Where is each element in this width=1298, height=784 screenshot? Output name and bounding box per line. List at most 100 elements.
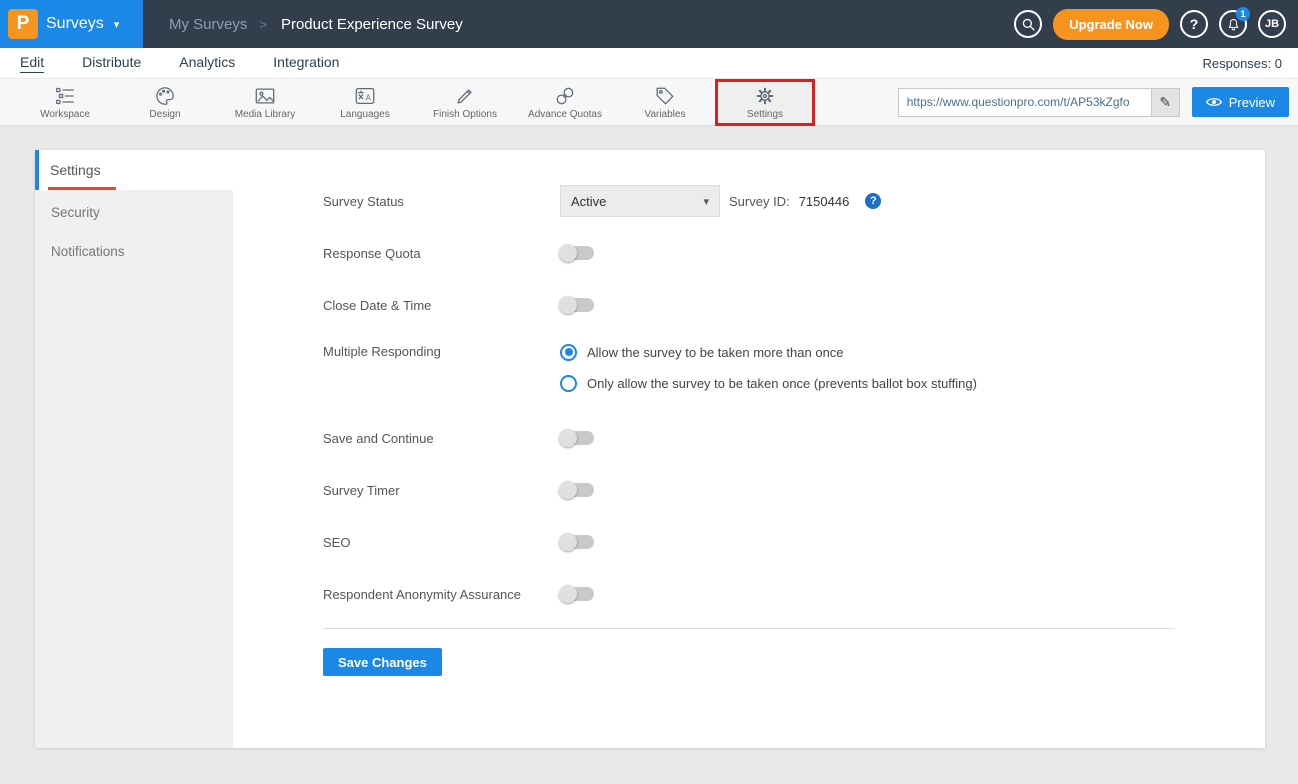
save-and-continue-toggle[interactable] — [560, 431, 594, 445]
survey-status-value: Active — [571, 194, 606, 209]
toolbar-item-label: Variables — [645, 109, 686, 120]
respondent-anonymity-label: Respondent Anonymity Assurance — [323, 587, 560, 602]
radio-option-allow-multiple[interactable]: Allow the survey to be taken more than o… — [560, 341, 977, 363]
finish-options-icon — [454, 85, 476, 107]
sidebar-item-settings[interactable]: Settings — [50, 150, 101, 190]
product-switcher[interactable]: P Surveys ▾ — [0, 0, 143, 48]
topbar-actions: Upgrade Now ? 1 JB — [1014, 9, 1298, 40]
toolbar-item-label: Design — [149, 109, 180, 120]
preview-button[interactable]: Preview — [1192, 87, 1289, 117]
radio-selected-icon[interactable] — [560, 344, 577, 361]
settings-card: Settings Security Notifications Survey S… — [35, 150, 1265, 748]
toolbar-item-design[interactable]: Design — [115, 79, 215, 126]
seo-label: SEO — [323, 535, 560, 550]
variables-icon — [654, 85, 676, 107]
sidebar-item-security[interactable]: Security — [35, 193, 233, 232]
radio-unselected-icon[interactable] — [560, 375, 577, 392]
toolbar-item-finish-options[interactable]: Finish Options — [415, 79, 515, 126]
product-name: Surveys — [46, 15, 104, 33]
advance-quotas-icon — [554, 85, 576, 107]
row-respondent-anonymity: Respondent Anonymity Assurance — [323, 578, 1265, 610]
row-survey-status: Survey Status Active ▾ Survey ID: 715044… — [323, 185, 1265, 217]
questionpro-logo: P — [8, 9, 38, 39]
survey-url-input[interactable] — [899, 89, 1151, 116]
toggle-knob — [559, 429, 577, 447]
toolbar-item-settings[interactable]: Settings — [715, 79, 815, 126]
row-multiple-responding: Multiple Responding Allow the survey to … — [323, 341, 1265, 394]
tab-integration[interactable]: Integration — [273, 54, 339, 72]
sidebar-item-notifications[interactable]: Notifications — [35, 232, 233, 271]
survey-status-select[interactable]: Active ▾ — [560, 185, 720, 217]
toolbar-item-label: Languages — [340, 109, 390, 120]
eye-icon — [1206, 96, 1222, 108]
survey-timer-label: Survey Timer — [323, 483, 560, 498]
toolbar-item-variables[interactable]: Variables — [615, 79, 715, 126]
settings-gear-icon — [754, 85, 776, 107]
breadcrumb: My Surveys > Product Experience Survey — [169, 16, 463, 33]
multiple-responding-label: Multiple Responding — [323, 341, 560, 363]
close-date-time-toggle[interactable] — [560, 298, 594, 312]
survey-id-label: Survey ID: — [729, 194, 790, 209]
row-save-and-continue: Save and Continue — [323, 422, 1265, 454]
edit-url-button[interactable]: ✎ — [1151, 89, 1179, 116]
toolbar-item-workspace[interactable]: Workspace — [15, 79, 115, 126]
save-changes-button[interactable]: Save Changes — [323, 648, 442, 676]
workspace-icon — [54, 85, 76, 107]
tab-analytics[interactable]: Analytics — [179, 54, 235, 72]
toolbar-item-label: Settings — [747, 109, 783, 120]
page-title: Product Experience Survey — [281, 16, 463, 33]
respondent-anonymity-toggle[interactable] — [560, 587, 594, 601]
notifications-button[interactable]: 1 — [1219, 10, 1247, 38]
toolbar-right: ✎ Preview — [898, 87, 1298, 117]
row-close-date-time: Close Date & Time — [323, 289, 1265, 321]
edit-toolbar: Workspace Design Media Library A Languag… — [0, 78, 1298, 126]
survey-id-value: 7150446 — [799, 194, 850, 209]
breadcrumb-separator: > — [259, 17, 267, 32]
chevron-down-icon: ▾ — [703, 195, 709, 208]
toolbar-item-languages[interactable]: A Languages — [315, 79, 415, 126]
toolbar-item-label: Media Library — [235, 109, 296, 120]
active-tab-accent — [35, 150, 39, 190]
toolbar-item-media-library[interactable]: Media Library — [215, 79, 315, 126]
row-survey-timer: Survey Timer — [323, 474, 1265, 506]
help-button[interactable]: ? — [1180, 10, 1208, 38]
toggle-knob — [559, 481, 577, 499]
pencil-icon: ✎ — [1159, 94, 1171, 111]
toolbar-item-advance-quotas[interactable]: Advance Quotas — [515, 79, 615, 126]
search-icon — [1021, 17, 1036, 32]
upgrade-now-button[interactable]: Upgrade Now — [1053, 9, 1169, 40]
row-seo: SEO — [323, 526, 1265, 558]
save-and-continue-label: Save and Continue — [323, 431, 560, 446]
survey-timer-toggle[interactable] — [560, 483, 594, 497]
section-nav: Edit Distribute Analytics Integration Re… — [0, 48, 1298, 78]
settings-sidebar: Security Notifications — [35, 190, 233, 748]
radio-option-label: Only allow the survey to be taken once (… — [587, 376, 977, 391]
breadcrumb-my-surveys[interactable]: My Surveys — [169, 16, 247, 33]
toggle-knob — [559, 296, 577, 314]
response-quota-label: Response Quota — [323, 246, 560, 261]
tab-distribute[interactable]: Distribute — [82, 54, 141, 72]
seo-toggle[interactable] — [560, 535, 594, 549]
toggle-knob — [559, 533, 577, 551]
avatar-initials: JB — [1265, 18, 1279, 30]
main-area: Settings Security Notifications Survey S… — [0, 126, 1298, 784]
languages-icon: A — [354, 85, 376, 107]
survey-url-box: ✎ — [898, 88, 1180, 117]
survey-id-help-icon[interactable]: ? — [865, 193, 881, 209]
question-icon: ? — [1190, 16, 1199, 32]
settings-content: Survey Status Active ▾ Survey ID: 715044… — [233, 150, 1265, 748]
design-icon — [154, 85, 176, 107]
svg-text:A: A — [365, 93, 371, 102]
toolbar-item-label: Workspace — [40, 109, 90, 120]
survey-status-label: Survey Status — [323, 194, 560, 209]
radio-option-label: Allow the survey to be taken more than o… — [587, 345, 844, 360]
close-date-time-label: Close Date & Time — [323, 298, 560, 313]
avatar[interactable]: JB — [1258, 10, 1286, 38]
toggle-knob — [559, 244, 577, 262]
response-quota-toggle[interactable] — [560, 246, 594, 260]
search-button[interactable] — [1014, 10, 1042, 38]
tab-edit[interactable]: Edit — [20, 54, 44, 73]
radio-option-only-once[interactable]: Only allow the survey to be taken once (… — [560, 372, 977, 394]
toolbar-item-label: Finish Options — [433, 109, 497, 120]
toolbar-item-label: Advance Quotas — [528, 109, 602, 120]
